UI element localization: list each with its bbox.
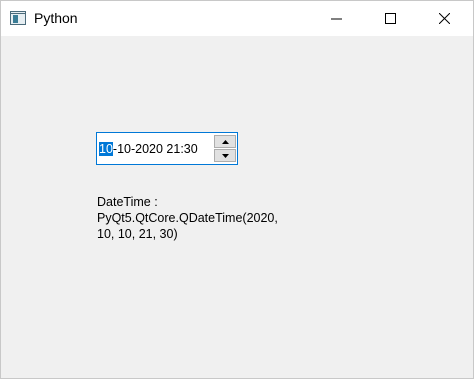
title-bar[interactable]: Python bbox=[1, 1, 473, 36]
datetime-selected-section[interactable]: 10 bbox=[99, 142, 113, 156]
app-window: Python 10-10-2020 21:30 DateTime: PyQt5… bbox=[0, 0, 474, 379]
datetime-label-line3: 10, 10, 21, 30) bbox=[97, 227, 178, 241]
maximize-icon bbox=[385, 13, 396, 24]
minimize-button[interactable] bbox=[313, 1, 359, 36]
spin-down-button[interactable] bbox=[214, 149, 236, 162]
maximize-button[interactable] bbox=[367, 1, 413, 36]
window-title: Python bbox=[34, 10, 78, 26]
datetime-label: DateTime : PyQt5.QtCore.QDateTime(2020, … bbox=[97, 194, 297, 242]
minimize-icon bbox=[331, 18, 342, 20]
datetime-label-line1: DateTime : bbox=[97, 195, 158, 209]
close-icon bbox=[439, 13, 450, 24]
datetime-value[interactable]: 10-10-2020 21:30 bbox=[99, 142, 198, 157]
datetime-edit[interactable]: 10-10-2020 21:30 bbox=[96, 132, 238, 165]
arrow-down-icon bbox=[222, 154, 229, 158]
python-window-icon[interactable] bbox=[10, 11, 26, 25]
arrow-up-icon bbox=[222, 140, 229, 144]
datetime-label-line2: PyQt5.QtCore.QDateTime(2020, bbox=[97, 211, 278, 225]
datetime-rest[interactable]: -10-2020 21:30 bbox=[113, 142, 198, 156]
spin-up-button[interactable] bbox=[214, 135, 236, 148]
close-button[interactable] bbox=[421, 1, 467, 36]
